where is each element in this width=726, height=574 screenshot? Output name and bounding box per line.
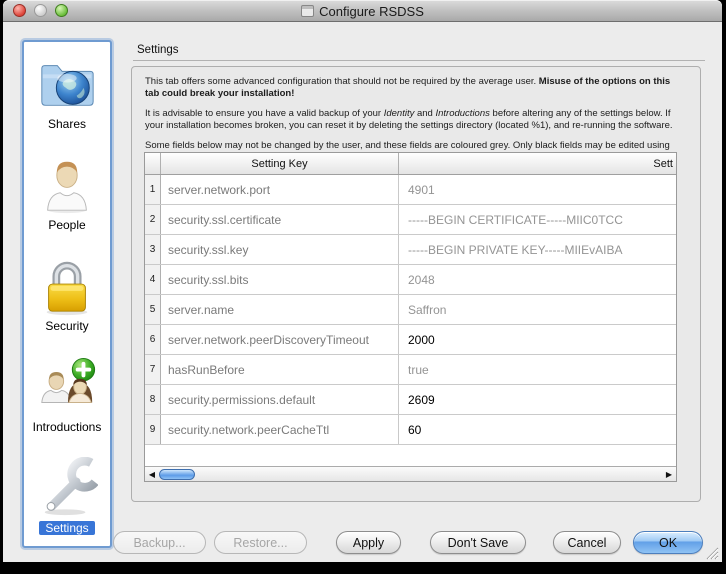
sidebar-item-shares[interactable]: Shares — [24, 42, 110, 143]
table-row[interactable]: 1 server.network.port 4901 — [145, 175, 676, 205]
row-number: 4 — [145, 265, 161, 294]
window-title: Configure RSDSS — [319, 4, 424, 19]
advanced-warning-text: This tab offers some advanced configurat… — [132, 67, 700, 164]
setting-key-cell[interactable]: security.ssl.key — [161, 235, 399, 264]
horizontal-scrollbar[interactable]: ◀ ▶ — [145, 466, 676, 481]
setting-key-cell[interactable]: hasRunBefore — [161, 355, 399, 384]
cancel-button[interactable]: Cancel — [553, 531, 621, 554]
sidebar-item-label: People — [48, 218, 85, 232]
notice-paragraph-1: This tab offers some advanced configurat… — [145, 76, 687, 100]
setting-value-cell[interactable]: 4901 — [399, 175, 676, 204]
person-icon — [36, 154, 98, 216]
row-number: 8 — [145, 385, 161, 414]
resize-grip[interactable] — [704, 545, 719, 560]
table-row[interactable]: 7 hasRunBefore true — [145, 355, 676, 385]
table-row[interactable]: 9 security.network.peerCacheTtl 60 — [145, 415, 676, 445]
dont-save-button[interactable]: Don't Save — [430, 531, 526, 554]
sidebar-item-label: Security — [45, 319, 88, 333]
table-row[interactable]: 6 server.network.peerDiscoveryTimeout 20… — [145, 325, 676, 355]
setting-value-cell[interactable]: 2048 — [399, 265, 676, 294]
row-number: 9 — [145, 415, 161, 444]
minimize-button[interactable] — [34, 4, 47, 17]
category-sidebar: Shares People Security — [22, 40, 112, 548]
setting-value-cell[interactable]: 2000 — [399, 325, 676, 354]
settings-table: Setting Key Sett 1 server.network.port 4… — [144, 152, 677, 482]
setting-value-cell[interactable]: 60 — [399, 415, 676, 444]
title-bar[interactable]: Configure RSDSS — [3, 0, 722, 22]
ok-button[interactable]: OK — [633, 531, 703, 554]
setting-key-cell[interactable]: security.network.peerCacheTtl — [161, 415, 399, 444]
setting-value-cell[interactable]: true — [399, 355, 676, 384]
setting-key-header: Setting Key — [161, 153, 399, 174]
setting-key-cell[interactable]: server.network.port — [161, 175, 399, 204]
section-separator — [133, 60, 705, 61]
row-number: 2 — [145, 205, 161, 234]
setting-key-cell[interactable]: server.network.peerDiscoveryTimeout — [161, 325, 399, 354]
setting-key-cell[interactable]: server.name — [161, 295, 399, 324]
sidebar-item-security[interactable]: Security — [24, 244, 110, 345]
apply-button[interactable]: Apply — [336, 531, 401, 554]
table-row[interactable]: 5 server.name Saffron — [145, 295, 676, 325]
setting-key-cell[interactable]: security.ssl.bits — [161, 265, 399, 294]
sidebar-item-label: Settings — [39, 521, 94, 535]
table-empty-area — [145, 445, 676, 466]
people-add-icon — [36, 356, 98, 418]
settings-panel: This tab offers some advanced configurat… — [131, 66, 701, 502]
sidebar-item-label: Introductions — [33, 420, 102, 434]
setting-value-cell[interactable]: 2609 — [399, 385, 676, 414]
table-header-row: Setting Key Sett — [145, 153, 676, 175]
setting-value-cell[interactable]: Saffron — [399, 295, 676, 324]
row-number: 1 — [145, 175, 161, 204]
sidebar-item-settings[interactable]: Settings — [24, 445, 110, 546]
setting-value-header: Sett — [399, 153, 676, 174]
backup-button[interactable]: Backup... — [113, 531, 206, 554]
setting-value-cell[interactable]: -----BEGIN PRIVATE KEY-----MIIEvAIBA — [399, 235, 676, 264]
table-row[interactable]: 2 security.ssl.certificate -----BEGIN CE… — [145, 205, 676, 235]
window-proxy-icon — [301, 5, 314, 17]
row-number: 6 — [145, 325, 161, 354]
close-button[interactable] — [13, 4, 26, 17]
table-row[interactable]: 3 security.ssl.key -----BEGIN PRIVATE KE… — [145, 235, 676, 265]
notice-paragraph-2: It is advisable to ensure you have a val… — [145, 108, 687, 132]
sidebar-item-label: Shares — [48, 117, 86, 131]
setting-value-cell[interactable]: -----BEGIN CERTIFICATE-----MIIC0TCC — [399, 205, 676, 234]
sidebar-item-people[interactable]: People — [24, 143, 110, 244]
padlock-icon — [36, 255, 98, 317]
table-row[interactable]: 4 security.ssl.bits 2048 — [145, 265, 676, 295]
table-row[interactable]: 8 security.permissions.default 2609 — [145, 385, 676, 415]
scrollbar-thumb[interactable] — [159, 469, 195, 480]
row-number-header — [145, 153, 161, 174]
scroll-left-arrow-icon[interactable]: ◀ — [146, 467, 158, 481]
wrench-icon — [36, 457, 98, 519]
restore-button[interactable]: Restore... — [214, 531, 307, 554]
setting-key-cell[interactable]: security.ssl.certificate — [161, 205, 399, 234]
configure-rsdss-window: Configure RSDSS Shares — [3, 0, 722, 562]
row-number: 3 — [145, 235, 161, 264]
section-title: Settings — [137, 44, 179, 56]
scroll-right-arrow-icon[interactable]: ▶ — [663, 467, 675, 481]
shares-folder-globe-icon — [36, 53, 98, 115]
sidebar-item-introductions[interactable]: Introductions — [24, 344, 110, 445]
setting-key-cell[interactable]: security.permissions.default — [161, 385, 399, 414]
row-number: 5 — [145, 295, 161, 324]
zoom-button[interactable] — [55, 4, 68, 17]
row-number: 7 — [145, 355, 161, 384]
